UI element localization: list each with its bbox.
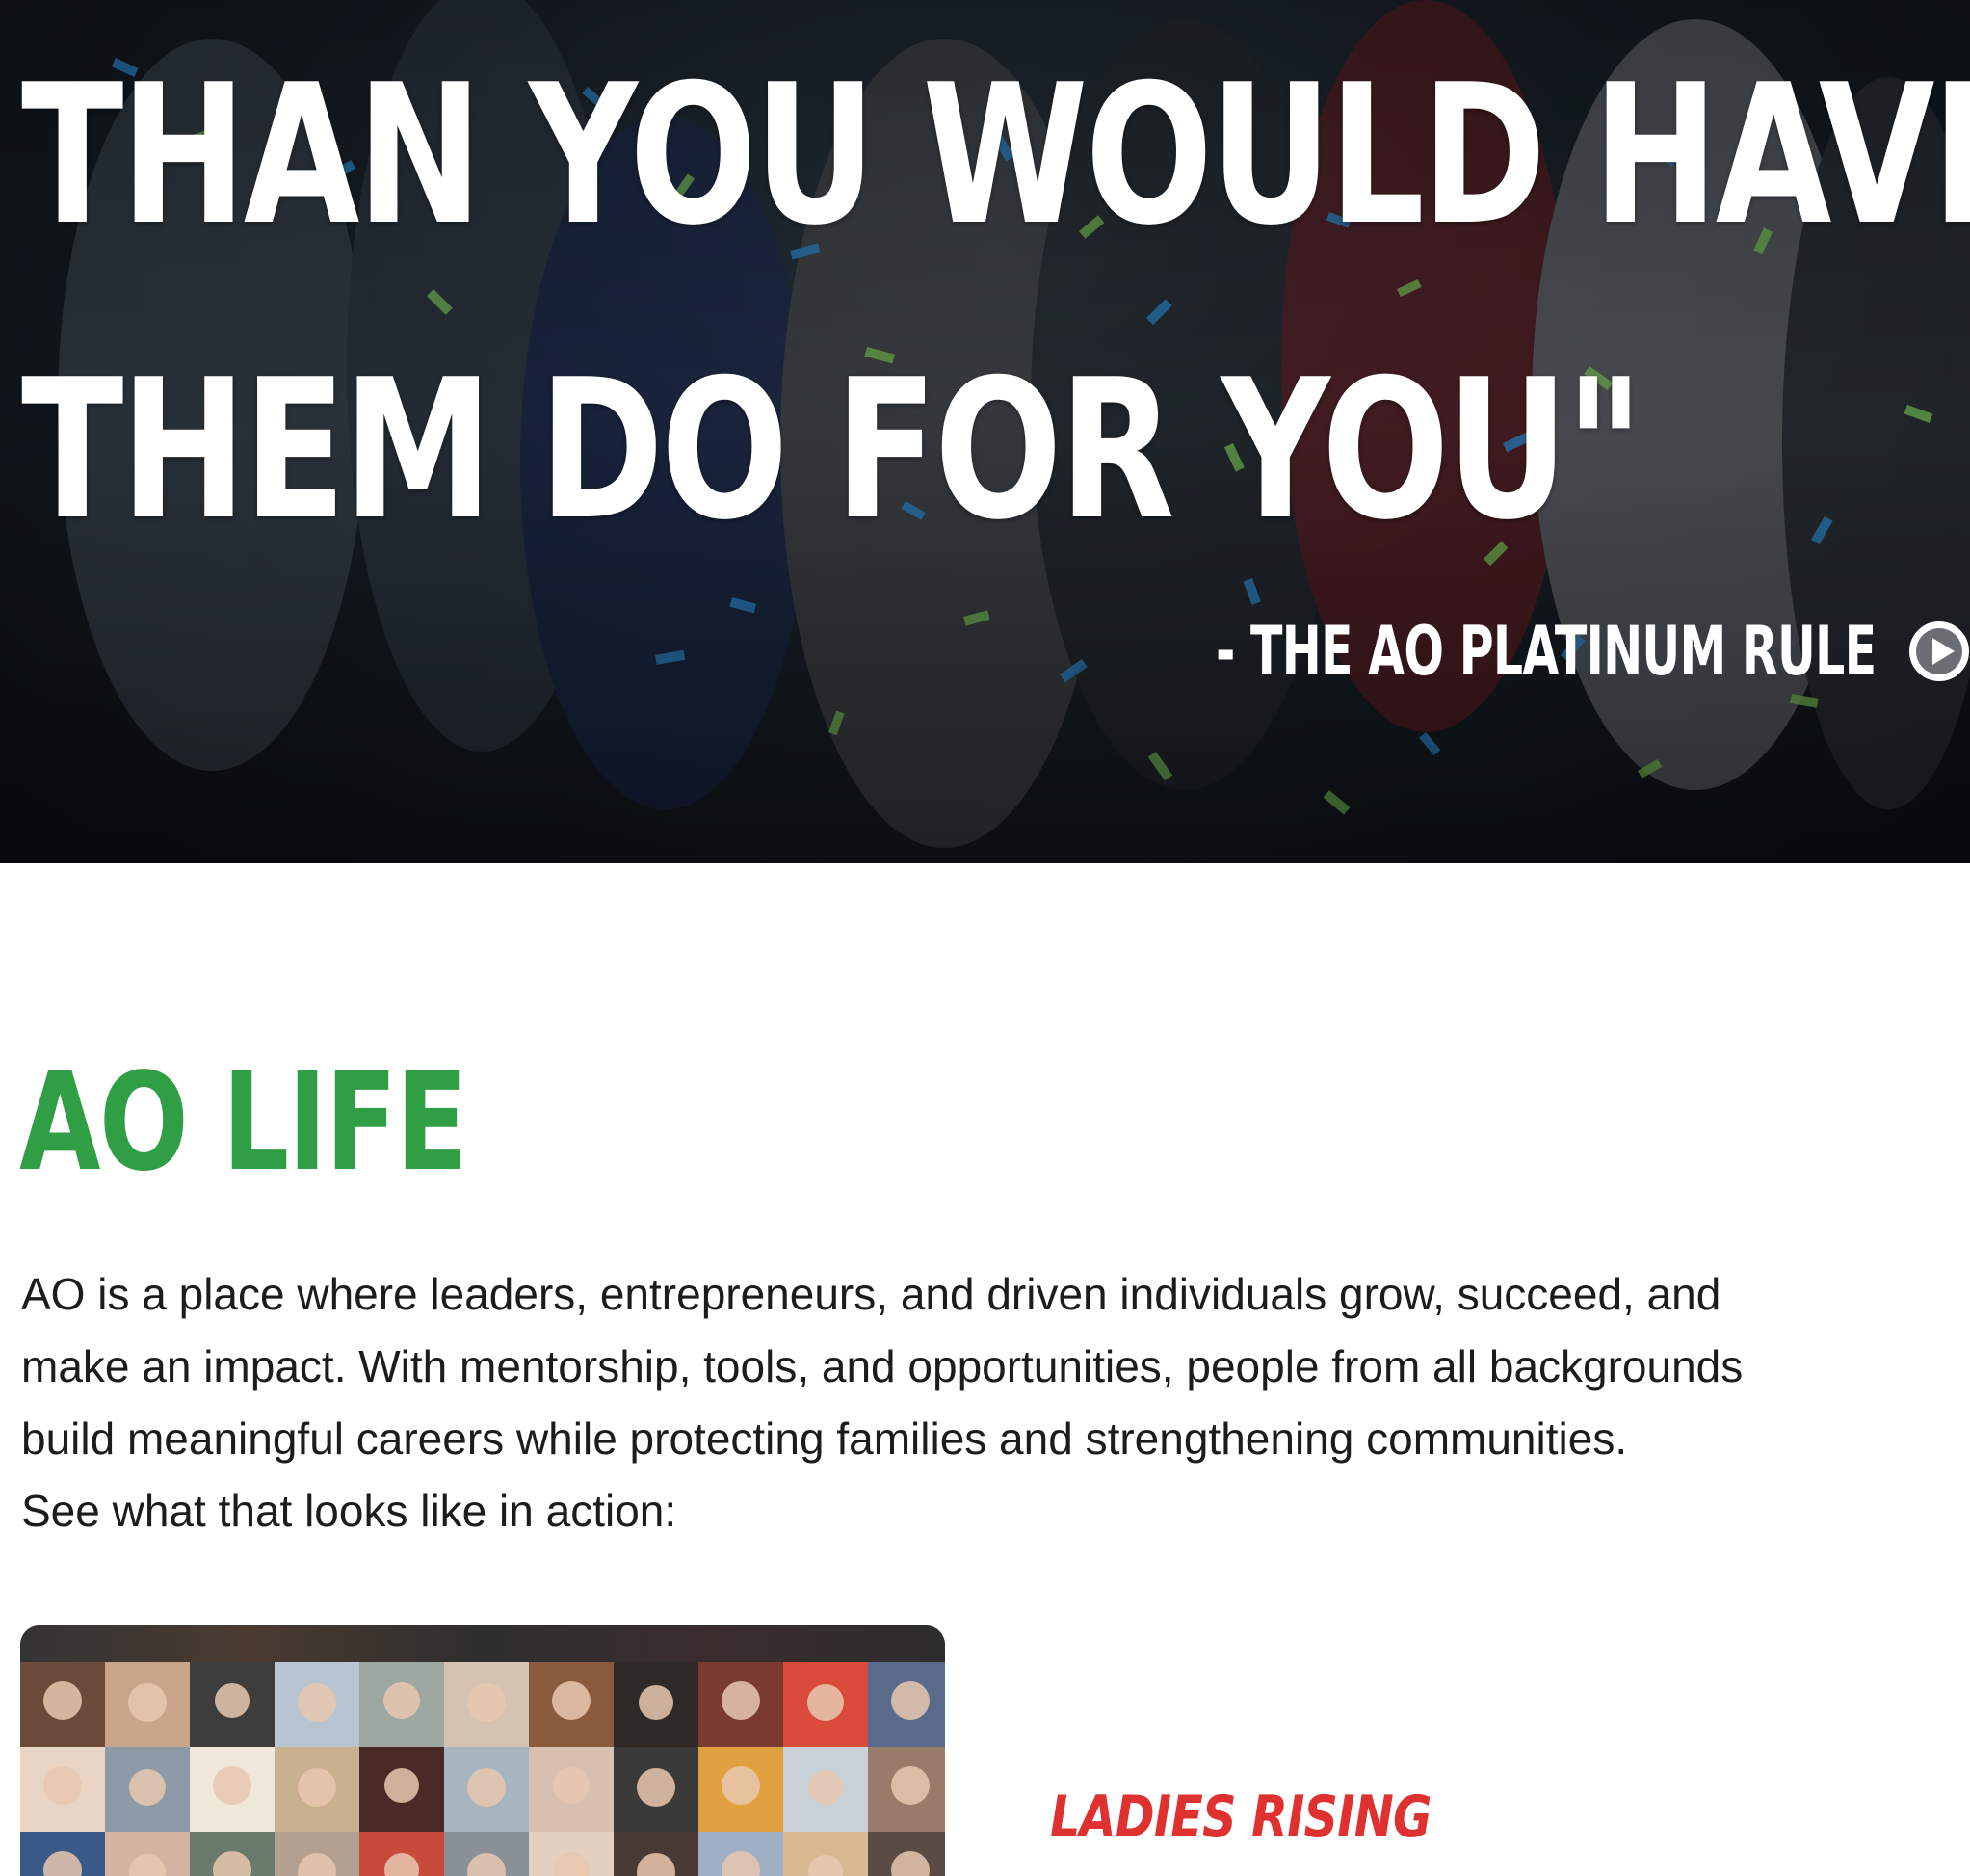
description-line: See what that looks like in action:: [21, 1486, 677, 1536]
ladies-rising-title: LADIES RISING: [1050, 1784, 1432, 1851]
hero-banner: THAN YOU WOULD HAVE THEM DO FOR YOU" - T…: [0, 0, 1970, 863]
play-circle-icon[interactable]: [1907, 620, 1970, 683]
description-line: AO is a place where leaders, entrepreneu…: [21, 1269, 1721, 1319]
section-title: AO LIFE: [19, 1044, 467, 1202]
ao-life-section: AO LIFE AO is a place where leaders, ent…: [0, 863, 1970, 1876]
ladies-rising-photo-collage[interactable]: [20, 1625, 945, 1876]
quote-line-2: THEM DO FOR YOU": [21, 338, 1643, 563]
description-line: build meaningful careers while protectin…: [21, 1414, 1628, 1464]
quote-attribution[interactable]: - THE AO PLATINUM RULE: [1216, 612, 1970, 691]
ao-life-description: AO is a place where leaders, entrepreneu…: [21, 1258, 1957, 1547]
quote-line-1: THAN YOU WOULD HAVE: [21, 43, 1970, 268]
description-line: make an impact. With mentorship, tools, …: [21, 1341, 1744, 1391]
attribution-text: - THE AO PLATINUM RULE: [1216, 612, 1877, 691]
collage-photo-grid: [20, 1662, 945, 1876]
